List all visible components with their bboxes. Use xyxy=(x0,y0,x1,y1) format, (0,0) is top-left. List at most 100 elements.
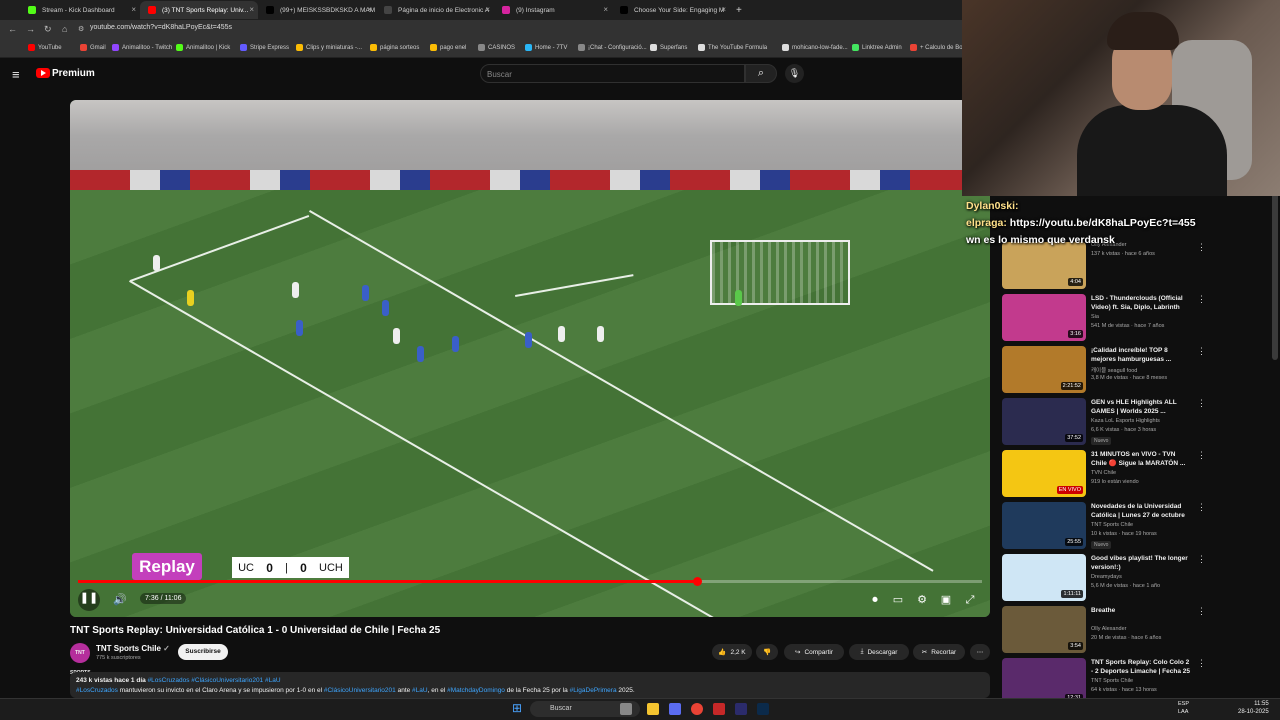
close-tab-icon[interactable]: × xyxy=(603,5,608,14)
browser-tab[interactable]: Stream - Kick Dashboard × xyxy=(20,1,140,19)
new-tab-icon[interactable]: + xyxy=(732,1,742,19)
channel-avatar[interactable]: TNT SPORTS xyxy=(70,643,91,676)
bookmark-item[interactable]: Superfans xyxy=(650,44,687,51)
volume-button[interactable]: 🔊 xyxy=(110,591,130,609)
file-explorer-icon[interactable] xyxy=(647,703,659,715)
fullscreen-button[interactable]: ⤢ xyxy=(960,591,980,609)
recommended-video[interactable]: 2:21:52 ¡Calidad increíble! TOP 8 mejores… xyxy=(1002,346,1267,396)
recommended-video[interactable]: 25:55 Novedades de la Universidad Católic… xyxy=(1002,502,1267,552)
video-thumbnail[interactable]: 4:04 xyxy=(1002,242,1086,289)
bookmark-item[interactable]: Home - 7TV xyxy=(525,44,567,51)
video-title[interactable]: Novedades de la Universidad Católica | L… xyxy=(1091,502,1191,520)
close-tab-icon[interactable]: × xyxy=(485,5,490,14)
bookmark-item[interactable]: pago enel xyxy=(430,44,466,51)
browser-tab[interactable]: (3) TNT Sports Replay: Univ... × xyxy=(140,1,258,19)
search-input[interactable]: Buscar xyxy=(480,64,745,83)
more-options-icon[interactable]: ⋮ xyxy=(1197,554,1206,565)
more-options-icon[interactable]: ⋮ xyxy=(1197,294,1206,305)
more-actions-button[interactable]: ⋯ xyxy=(970,644,990,660)
clip-button[interactable]: ✂ Recortar xyxy=(913,644,965,660)
recommended-video[interactable]: 3:16 LSD - Thunderclouds (Official Video)… xyxy=(1002,294,1267,344)
more-options-icon[interactable]: ⋮ xyxy=(1197,450,1206,461)
browser-tab[interactable]: Choose Your Side: Engaging M × xyxy=(612,1,730,19)
close-tab-icon[interactable]: × xyxy=(249,5,254,14)
hashtag-link[interactable]: #MatchdayDomingo xyxy=(447,687,505,694)
browser-tab[interactable]: (99+) MEISKSSBDKSKD A MAM × xyxy=(258,1,376,19)
video-title[interactable]: TNT Sports Replay: Colo Colo 2 - 2 Depor… xyxy=(1091,658,1191,676)
site-info-icon[interactable]: ⚙ xyxy=(78,25,84,33)
bookmark-item[interactable]: Stripe Express xyxy=(240,44,289,51)
miniplayer-button[interactable]: ▣ xyxy=(936,591,956,609)
menu-icon[interactable]: ≡ xyxy=(12,67,20,82)
back-icon[interactable]: ← xyxy=(8,24,17,34)
description-tags[interactable]: #LosCruzados #ClásicoUniversitario201 #L… xyxy=(148,677,281,684)
subscribe-button[interactable]: Suscribirse xyxy=(178,644,228,660)
share-button[interactable]: ↪ Compartir xyxy=(784,644,844,660)
autoplay-toggle[interactable]: ⏺ xyxy=(865,591,885,609)
video-channel[interactable]: TVN Chile xyxy=(1091,470,1116,476)
input-language[interactable]: ESP LAA xyxy=(1178,700,1189,716)
video-title[interactable]: GEN vs HLE Highlights ALL GAMES | Worlds… xyxy=(1091,398,1191,416)
video-thumbnail[interactable]: 1:11:11 xyxy=(1002,554,1086,601)
hashtag-link[interactable]: #LigaDePrimera xyxy=(570,687,617,694)
download-button[interactable]: ⤓ Descargar xyxy=(849,644,909,660)
video-thumbnail[interactable]: 25:55 xyxy=(1002,502,1086,549)
subtitles-button[interactable]: ▭ xyxy=(888,591,908,609)
recommended-video[interactable]: 37:52 GEN vs HLE Highlights ALL GAMES | W… xyxy=(1002,398,1267,448)
forward-icon[interactable]: → xyxy=(26,24,35,34)
youtube-logo-icon[interactable] xyxy=(36,68,50,78)
premiere-icon[interactable] xyxy=(735,703,747,715)
bookmark-item[interactable]: Animalitoo | Kick xyxy=(176,44,230,51)
system-clock[interactable]: 11:55 28-10-2025 xyxy=(1238,700,1269,716)
dislike-button[interactable]: 👎 xyxy=(756,644,778,660)
channel-name[interactable]: TNT Sports Chile ✓ xyxy=(96,644,170,653)
recommended-video[interactable]: 1:11:11 Good vibes playlist! The longer v… xyxy=(1002,554,1267,604)
video-channel[interactable]: TNT Sports Chile xyxy=(1091,678,1133,684)
more-options-icon[interactable]: ⋮ xyxy=(1197,502,1206,513)
video-player[interactable]: Replay UC 0 | 0 UCH ❚❚ 🔊 7:36 / 11:06 ⏺ … xyxy=(70,100,990,617)
close-tab-icon[interactable]: × xyxy=(367,5,372,14)
close-tab-icon[interactable]: × xyxy=(721,5,726,14)
bookmark-item[interactable]: página sorteos xyxy=(370,44,419,51)
bookmark-item[interactable]: Clips y miniaturas -... xyxy=(296,44,362,51)
more-options-icon[interactable]: ⋮ xyxy=(1197,658,1206,669)
close-tab-icon[interactable]: × xyxy=(131,5,136,14)
browser-tab[interactable]: Página de inicio de Electronic A × xyxy=(376,1,494,19)
video-title[interactable]: ¡Calidad increíble! TOP 8 mejores hambur… xyxy=(1091,346,1191,364)
bookmark-item[interactable]: YouTube xyxy=(28,44,62,51)
video-title[interactable]: Breathe xyxy=(1091,606,1191,615)
video-thumbnail[interactable]: 3:16 xyxy=(1002,294,1086,341)
like-button[interactable]: 👍 2,2 K xyxy=(712,644,752,660)
bookmark-item[interactable]: Gmail xyxy=(80,44,106,51)
url-field[interactable]: youtube.com/watch?v=dK8haLPoyEc&t=455s xyxy=(90,24,232,31)
video-thumbnail[interactable]: 3:54 xyxy=(1002,606,1086,653)
video-title[interactable]: 31 MINUTOS en VIVO - TVN Chile 🔴 Sigue l… xyxy=(1091,450,1191,468)
browser-tab[interactable]: (9) Instagram × xyxy=(494,1,612,19)
hashtag-link[interactable]: #LaU xyxy=(412,687,428,694)
photoshop-icon[interactable] xyxy=(757,703,769,715)
home-icon[interactable]: ⌂ xyxy=(62,24,67,34)
windows-start-icon[interactable]: ⊞ xyxy=(512,701,522,715)
video-title[interactable]: LSD - Thunderclouds (Official Video) ft.… xyxy=(1091,294,1191,312)
bookmark-item[interactable]: mohicano-low-fade... xyxy=(782,44,848,51)
app-icon[interactable] xyxy=(713,703,725,715)
bookmark-item[interactable]: + Calculo de Bo xyxy=(910,44,963,51)
video-channel[interactable]: Kaza LoL Esports Highlights xyxy=(1091,418,1160,424)
video-channel[interactable]: Sia xyxy=(1091,314,1099,320)
recommended-video[interactable]: 4:04 Olly Alexander 137 k vistas · hace 6 … xyxy=(1002,242,1267,292)
pause-button[interactable]: ❚❚ xyxy=(78,589,100,611)
video-thumbnail[interactable]: EN VIVO xyxy=(1002,450,1086,497)
bookmark-item[interactable]: Animalitoo - Twitch xyxy=(112,44,172,51)
description-box[interactable]: 243 k vistas hace 1 día #LosCruzados #Cl… xyxy=(70,672,990,698)
youtube-brand[interactable]: Premium xyxy=(52,68,95,79)
reload-icon[interactable]: ↻ xyxy=(44,24,52,35)
more-options-icon[interactable]: ⋮ xyxy=(1197,606,1206,617)
bookmark-item[interactable]: CASINOS xyxy=(478,44,515,51)
recommended-video[interactable]: 3:54 Breathe Olly Alexander 20 M de vistas … xyxy=(1002,606,1267,656)
video-channel[interactable]: 캐이블 seagull food xyxy=(1091,366,1137,374)
recommended-video[interactable]: EN VIVO 31 MINUTOS en VIVO - TVN Chile 🔴 … xyxy=(1002,450,1267,500)
bookmark-item[interactable]: The YouTube Formula xyxy=(698,44,767,51)
more-options-icon[interactable]: ⋮ xyxy=(1197,346,1206,357)
video-title[interactable]: Good vibes playlist! The longer version!… xyxy=(1091,554,1191,572)
chrome-icon[interactable] xyxy=(691,703,703,715)
